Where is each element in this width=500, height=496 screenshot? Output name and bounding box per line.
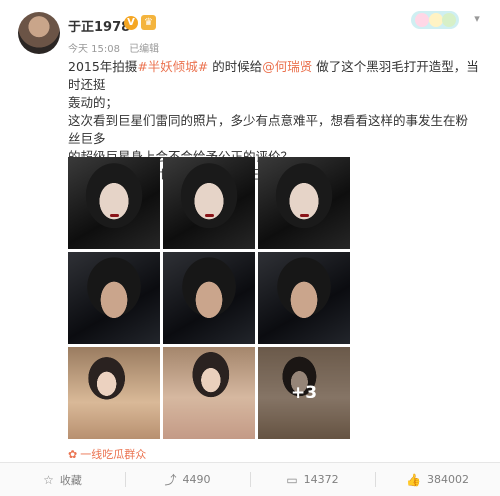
image-grid: +3 bbox=[68, 157, 350, 439]
favorite-button[interactable]: ☆ 收藏 bbox=[0, 463, 125, 496]
like-button[interactable]: 👍 384002 bbox=[375, 463, 500, 496]
mention-link[interactable]: @何瑞贤 bbox=[262, 59, 312, 74]
forward-icon: ⤴ bbox=[164, 473, 177, 487]
flower-icon: ✿ bbox=[68, 448, 78, 461]
photo-thumbnail[interactable] bbox=[68, 157, 160, 249]
group-label: 一线吃瓜群众 bbox=[80, 448, 147, 461]
chevron-down-icon[interactable]: ▾ bbox=[470, 12, 484, 26]
forward-count: 4490 bbox=[182, 473, 211, 486]
photo-thumbnail[interactable] bbox=[68, 347, 160, 439]
like-count: 384002 bbox=[426, 473, 469, 486]
edited-label: 已编辑 bbox=[129, 44, 160, 55]
post-line-1: 2015年拍摄#半妖倾城# 的时候给@何瑞贤 做了这个黑羽毛打开造型，当时还挺 bbox=[68, 59, 479, 92]
post-line-3: 这次看到巨星们雷同的照片，多少有点意难平，想看看这样的事发生在粉丝巨多 bbox=[68, 113, 469, 146]
photo-thumbnail[interactable] bbox=[163, 347, 255, 439]
photo-thumbnail[interactable] bbox=[258, 252, 350, 344]
action-bar: ☆ 收藏 ⤴ 4490 ▭ 14372 👍 384002 bbox=[0, 462, 500, 496]
favorite-label: 收藏 bbox=[59, 473, 82, 487]
photo-thumbnail-more[interactable]: +3 bbox=[258, 347, 350, 439]
post-line-2: 轰动的； bbox=[68, 95, 119, 110]
photo-thumbnail[interactable] bbox=[163, 252, 255, 344]
verified-badge-icon: V bbox=[124, 16, 138, 30]
more-images-count[interactable]: +3 bbox=[258, 347, 350, 439]
post-time[interactable]: 今天 15:08 bbox=[68, 44, 120, 55]
username[interactable]: 于正1978 bbox=[68, 16, 130, 35]
post-meta: 今天 15:08 已编辑 bbox=[68, 40, 165, 55]
photo-thumbnail[interactable] bbox=[68, 252, 160, 344]
weibo-post: 于正1978 V ♛ 今天 15:08 已编辑 ▾ 2015年拍摄#半妖倾城# … bbox=[0, 0, 500, 496]
cartoon-sticker-icon bbox=[411, 11, 459, 29]
comment-button[interactable]: ▭ 14372 bbox=[250, 463, 375, 496]
star-icon: ☆ bbox=[43, 472, 54, 487]
comment-count: 14372 bbox=[303, 473, 339, 486]
avatar[interactable] bbox=[18, 12, 60, 54]
photo-thumbnail[interactable] bbox=[258, 157, 350, 249]
photo-thumbnail[interactable] bbox=[163, 157, 255, 249]
topic-link[interactable]: #半妖倾城# bbox=[137, 59, 208, 74]
crown-icon: ♛ bbox=[141, 15, 156, 30]
thumbs-up-icon: 👍 bbox=[406, 472, 421, 487]
forward-button[interactable]: ⤴ 4490 bbox=[125, 463, 250, 496]
group-link[interactable]: ✿ 一线吃瓜群众 bbox=[68, 446, 146, 462]
comment-icon: ▭ bbox=[286, 472, 298, 487]
